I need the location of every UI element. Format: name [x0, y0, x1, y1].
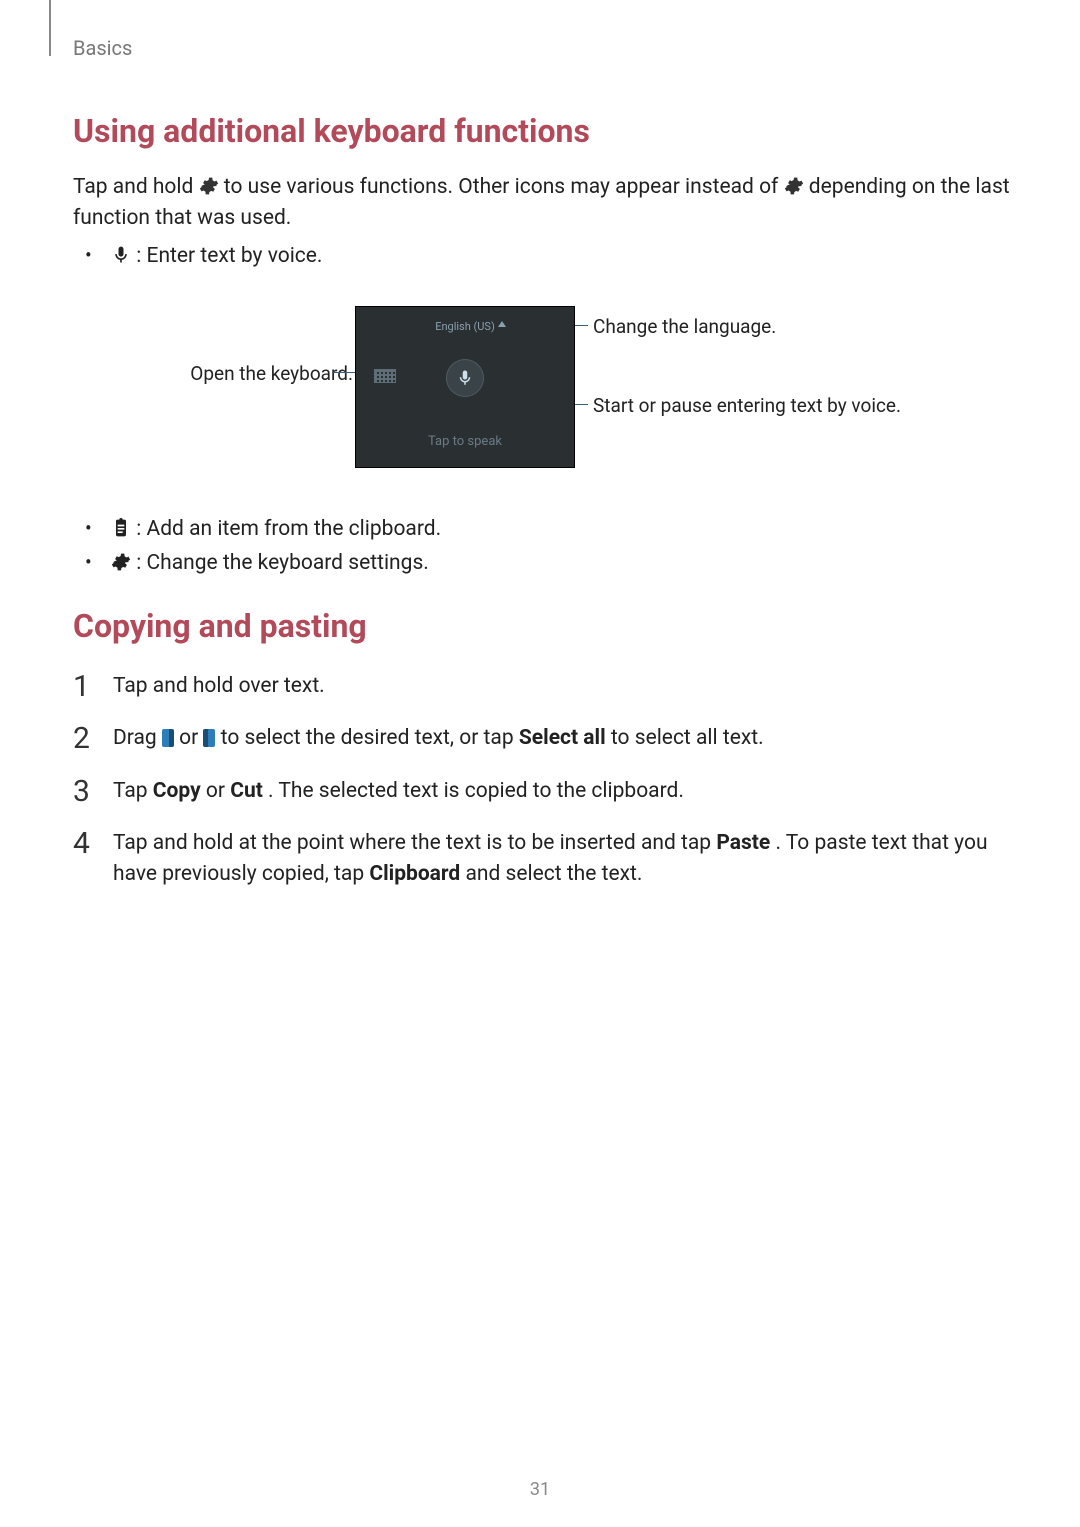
- step-2-c: to select the desired text, or tap: [221, 726, 519, 750]
- step-4: 4 Tap and hold at the point where the te…: [73, 828, 1013, 889]
- gear-icon: [199, 175, 219, 195]
- step-1: 1 Tap and hold over text.: [73, 671, 1013, 701]
- step-3-bold1: Copy: [153, 779, 201, 803]
- intro-text-a: Tap and hold: [73, 175, 199, 199]
- page-number: 31: [0, 1477, 1080, 1503]
- gear-icon: [111, 551, 131, 571]
- mic-button: [446, 359, 484, 397]
- step-2: 2 Drag or to select the desired text, or…: [73, 723, 1013, 753]
- bullet-settings-text: : Change the keyboard settings.: [136, 551, 429, 575]
- step-3-c: . The selected text is copied to the cli…: [268, 779, 684, 803]
- mic-icon: [111, 244, 131, 264]
- bullet-voice: : Enter text by voice.: [73, 241, 1013, 271]
- gear-icon: [784, 175, 804, 195]
- step-2-bold1: Select all: [519, 726, 606, 750]
- bullet-voice-text: : Enter text by voice.: [136, 244, 322, 268]
- callout-voice-toggle: Start or pause entering text by voice.: [593, 392, 913, 420]
- bullet-list-icons-1: : Enter text by voice.: [73, 241, 1013, 271]
- callout-change-language: Change the language.: [593, 313, 913, 341]
- bullet-clipboard: : Add an item from the clipboard.: [73, 514, 1013, 544]
- header-rule: [49, 0, 51, 56]
- step-3-bold2: Cut: [230, 779, 263, 803]
- step-4-c: and select the text.: [465, 862, 642, 886]
- step-number: 4: [73, 822, 90, 866]
- step-number: 3: [73, 770, 90, 814]
- step-number: 2: [73, 717, 90, 761]
- step-2-a: Drag: [113, 726, 162, 750]
- keyboard-icon: [374, 369, 396, 383]
- step-1-text: Tap and hold over text.: [113, 674, 325, 698]
- tap-to-speak-label: Tap to speak: [356, 433, 574, 452]
- step-3: 3 Tap Copy or Cut . The selected text is…: [73, 776, 1013, 806]
- bullet-list-icons-2: : Add an item from the clipboard. : Chan…: [73, 514, 1013, 579]
- step-number: 1: [73, 665, 90, 709]
- selection-handle-right-icon: [203, 729, 215, 747]
- callout-open-keyboard: Open the keyboard.: [93, 360, 353, 388]
- section-label: Basics: [73, 34, 132, 63]
- heading-keyboard-functions: Using additional keyboard functions: [73, 108, 1013, 154]
- language-label: English (US): [356, 319, 574, 335]
- voice-input-screenshot: English (US) Tap to speak: [355, 306, 575, 468]
- step-4-bold1: Paste: [716, 831, 770, 855]
- intro-paragraph: Tap and hold to use various functions. O…: [73, 172, 1013, 233]
- clipboard-icon: [111, 517, 131, 537]
- heading-copy-paste: Copying and pasting: [73, 603, 1013, 649]
- selection-handle-left-icon: [162, 729, 174, 747]
- bullet-clipboard-text: : Add an item from the clipboard.: [136, 517, 441, 541]
- intro-text-b: to use various functions. Other icons ma…: [224, 175, 784, 199]
- voice-input-figure: Open the keyboard. Change the language. …: [73, 296, 1013, 496]
- bullet-settings: : Change the keyboard settings.: [73, 548, 1013, 578]
- step-3-b: or: [206, 779, 230, 803]
- step-4-bold2: Clipboard: [369, 862, 460, 886]
- step-4-a: Tap and hold at the point where the text…: [113, 831, 716, 855]
- step-2-b: or: [179, 726, 203, 750]
- step-2-d: to select all text.: [611, 726, 764, 750]
- step-3-a: Tap: [113, 779, 153, 803]
- copy-paste-steps: 1 Tap and hold over text. 2 Drag or to s…: [73, 671, 1013, 889]
- page-content: Using additional keyboard functions Tap …: [73, 108, 1013, 911]
